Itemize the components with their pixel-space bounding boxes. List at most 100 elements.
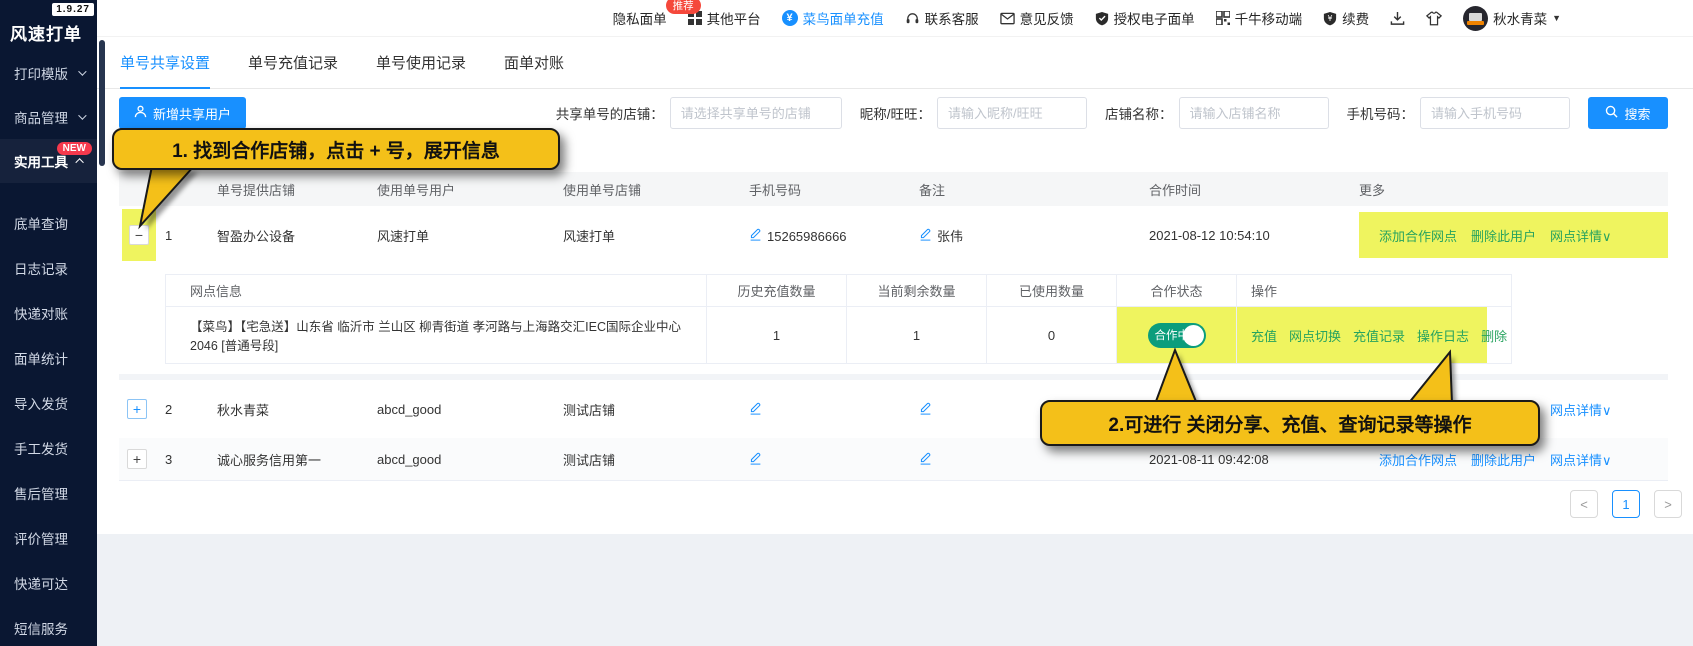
using-user: abcd_good — [377, 452, 563, 467]
add-coop-outlet-link[interactable]: 添加合作网点 — [1379, 450, 1457, 469]
phone-value: 15265986666 — [767, 229, 847, 244]
shirt-icon[interactable] — [1426, 11, 1442, 26]
operation-log-link[interactable]: 操作日志 — [1417, 326, 1469, 345]
col-used: 已使用数量 — [986, 275, 1116, 306]
delete-link[interactable]: 删除 — [1481, 326, 1507, 345]
outlet-info: 【菜鸟】【宅急送】山东省 临沂市 兰山区 柳青街道 孝河路与上海路交汇IEC国际… — [166, 307, 706, 363]
phone-label: 手机号码： — [1347, 103, 1415, 123]
delete-user-link[interactable]: 删除此用户 — [1471, 450, 1536, 469]
switch-outlet-link[interactable]: 网点切换 — [1289, 326, 1341, 345]
using-user: abcd_good — [377, 402, 563, 417]
user-menu[interactable]: 秋水青菜 ▼ — [1463, 6, 1561, 31]
tab-sheet-reconcile[interactable]: 面单对账 — [504, 37, 564, 89]
subtable-header-row: 网点信息 历史充值数量 当前剩余数量 已使用数量 合作状态 操作 — [166, 275, 1511, 307]
caret-down-icon: ▼ — [1552, 13, 1561, 23]
svg-text:¥: ¥ — [1328, 14, 1333, 23]
nickname-label: 昵称/旺旺： — [860, 103, 931, 123]
nickname-input[interactable] — [937, 97, 1087, 129]
provider-shop: 秋水青菜 — [217, 400, 377, 419]
nav-privacy-sheet[interactable]: 隐私面单 推荐 — [613, 8, 667, 28]
share-shop-input[interactable] — [670, 97, 842, 129]
using-shop: 风速打单 — [563, 226, 749, 245]
edit-remark-icon[interactable] — [919, 451, 932, 465]
nav-cainiao-recharge[interactable]: ¥ 菜鸟面单充值 — [782, 8, 884, 28]
sidebar-item-log-records[interactable]: 日志记录 — [0, 245, 97, 290]
edit-phone-icon[interactable] — [749, 227, 762, 241]
expand-row-button[interactable]: + — [127, 399, 147, 419]
page-1-button[interactable]: 1 — [1612, 490, 1640, 518]
edit-phone-icon[interactable] — [749, 451, 762, 465]
sidebar-item-sheet-stats[interactable]: 面单统计 — [0, 335, 97, 380]
phone-input[interactable] — [1420, 97, 1570, 129]
chevron-down-icon — [78, 67, 86, 75]
sidebar-item-express-reconcile[interactable]: 快递对账 — [0, 290, 97, 335]
prev-page-button[interactable]: < — [1570, 490, 1598, 518]
tab-recharge-records[interactable]: 单号充值记录 — [248, 37, 338, 89]
add-coop-outlet-link[interactable]: 添加合作网点 — [1379, 226, 1457, 245]
callout-text: 2.可进行 关闭分享、充值、查询记录等操作 — [1108, 410, 1471, 437]
col-using-shop: 使用单号店铺 — [563, 180, 749, 199]
sidebar-item-sms-service[interactable]: 短信服务 — [0, 605, 97, 646]
sidebar-group-print-templates[interactable]: 打印模版 — [0, 51, 97, 95]
nav-qianniu-mobile[interactable]: 千牛移动端 — [1216, 8, 1303, 28]
avatar — [1463, 6, 1488, 31]
recharge-link[interactable]: 充值 — [1251, 326, 1277, 345]
row-index: 3 — [165, 452, 217, 467]
sidebar-item-aftersale[interactable]: 售后管理 — [0, 470, 97, 515]
search-button[interactable]: 搜索 — [1588, 97, 1668, 129]
expand-row-button[interactable]: + — [127, 449, 147, 469]
tab-share-settings[interactable]: 单号共享设置 — [120, 37, 210, 89]
using-shop: 测试店铺 — [563, 450, 749, 469]
tutorial-callout-step2: 2.可进行 关闭分享、充值、查询记录等操作 — [1040, 400, 1540, 446]
top-navbar: 隐私面单 推荐 其他平台 ¥ 菜鸟面单充值 联系客服 意见反馈 授权电子面单 千… — [97, 0, 1693, 37]
tab-bar: 单号共享设置 单号充值记录 单号使用记录 面单对账 — [97, 37, 1693, 89]
delete-user-link[interactable]: 删除此用户 — [1471, 226, 1536, 245]
share-shop-label: 共享单号的店铺： — [556, 103, 664, 123]
search-icon — [1605, 105, 1618, 121]
col-outlet-info: 网点信息 — [166, 275, 706, 306]
nav-contact-service[interactable]: 联系客服 — [905, 8, 979, 28]
outlet-detail-link[interactable]: 网点详情∨ — [1550, 450, 1612, 469]
nav-other-label: 其他平台 — [707, 8, 761, 28]
sidebar-group-product-manage[interactable]: 商品管理 — [0, 95, 97, 139]
edit-remark-icon[interactable] — [919, 401, 932, 415]
app-title: 风速打单 — [10, 25, 82, 44]
edit-phone-icon[interactable] — [749, 401, 762, 415]
mail-icon — [1000, 12, 1015, 25]
nav-renew[interactable]: ¥ 续费 — [1323, 8, 1369, 28]
add-share-user-button[interactable]: 新增共享用户 — [119, 97, 246, 129]
recharge-record-link[interactable]: 充值记录 — [1353, 326, 1405, 345]
shield-check-icon — [1095, 11, 1109, 26]
coop-time: 2021-08-11 09:42:08 — [1149, 452, 1359, 467]
download-icon[interactable] — [1390, 11, 1405, 26]
sidebar-item-manual-ship[interactable]: 手工发货 — [0, 425, 97, 470]
edit-remark-icon[interactable] — [919, 227, 932, 241]
nav-auth-ewaybill[interactable]: 授权电子面单 — [1095, 8, 1195, 28]
col-using-user: 使用单号用户 — [377, 180, 563, 199]
sidebar-group-utilities[interactable]: 实用工具 NEW — [0, 139, 97, 183]
sidebar-item-express-reachable[interactable]: 快递可达 — [0, 560, 97, 605]
coop-status-toggle[interactable]: 合作中 — [1148, 323, 1206, 348]
nav-feedback[interactable]: 意见反馈 — [1000, 8, 1074, 28]
sidebar-item-review-manage[interactable]: 评价管理 — [0, 515, 97, 560]
outlet-detail-link[interactable]: 网点详情∨ — [1550, 400, 1612, 419]
shop-name-input[interactable] — [1179, 97, 1329, 129]
nav-service-label: 联系客服 — [925, 8, 979, 28]
chevron-up-icon — [75, 158, 83, 166]
collapse-row-button[interactable]: − — [129, 225, 149, 245]
nav-feedback-label: 意见反馈 — [1020, 8, 1074, 28]
username-label: 秋水青菜 — [1493, 8, 1547, 28]
sidebar-item-import-ship[interactable]: 导入发货 — [0, 380, 97, 425]
sidebar-group-label: 商品管理 — [14, 107, 68, 127]
history-recharge-value: 1 — [706, 307, 846, 363]
shield-yuan-icon: ¥ — [1323, 11, 1337, 26]
outlet-detail-link[interactable]: 网点详情∨ — [1550, 226, 1612, 245]
highlight-collapse: − — [122, 209, 156, 261]
sidebar-scrollbar-thumb[interactable] — [99, 40, 105, 166]
nav-qianniu-label: 千牛移动端 — [1235, 8, 1303, 28]
headset-icon — [905, 11, 920, 26]
sidebar-item-receipt-query[interactable]: 底单查询 — [0, 200, 97, 245]
tab-usage-records[interactable]: 单号使用记录 — [376, 37, 466, 89]
nav-renew-label: 续费 — [1342, 8, 1369, 28]
next-page-button[interactable]: > — [1654, 490, 1682, 518]
